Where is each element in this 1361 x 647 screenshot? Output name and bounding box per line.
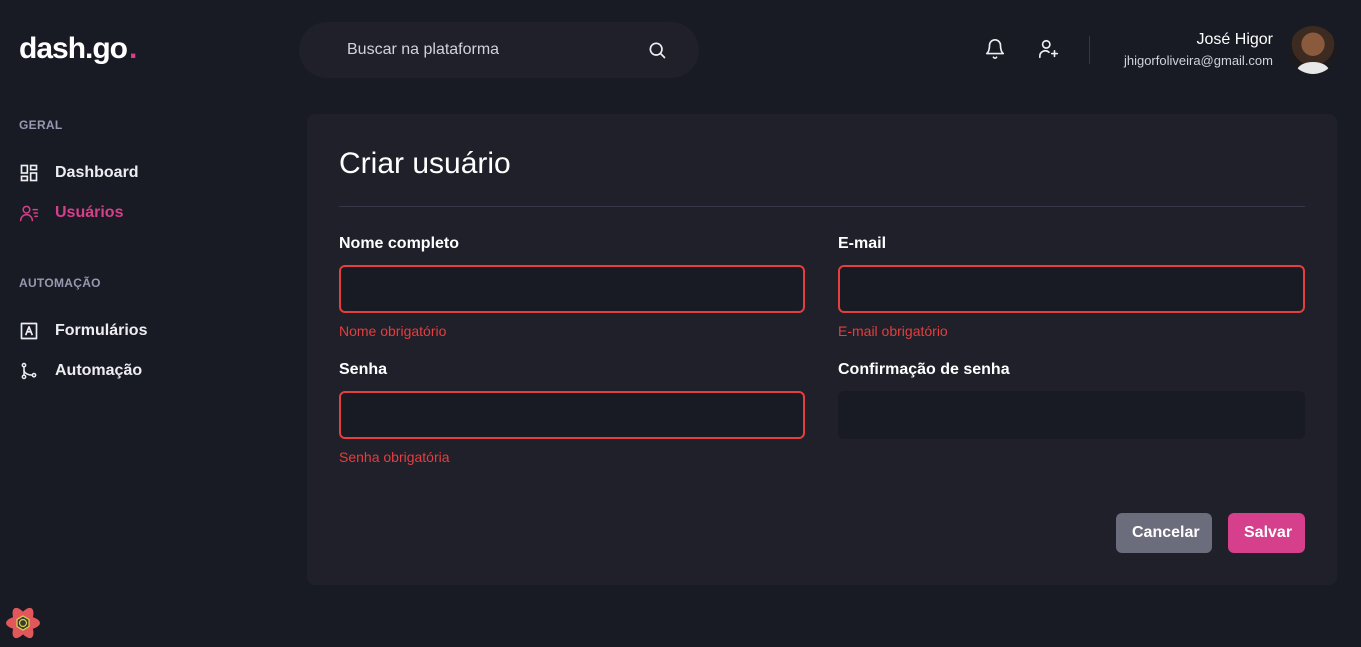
user-email: jhigorfoliveira@gmail.com xyxy=(1123,53,1273,68)
form-icon xyxy=(19,321,39,341)
header-divider xyxy=(1089,36,1090,64)
users-icon xyxy=(19,203,39,223)
sidebar-item-label: Usuários xyxy=(55,204,124,221)
form-grid: Nome completo Nome obrigatório E-mail E-… xyxy=(339,235,1305,469)
field-name: Nome completo Nome obrigatório xyxy=(339,235,805,343)
sidebar-item-usuarios[interactable]: Usuários xyxy=(19,204,279,222)
user-plus-icon[interactable] xyxy=(1038,38,1060,60)
name-input[interactable] xyxy=(339,265,805,313)
name-label: Nome completo xyxy=(339,235,460,252)
search-bar[interactable] xyxy=(299,22,699,78)
form-actions: Cancelar Salvar xyxy=(1116,513,1305,553)
cancel-button[interactable]: Cancelar xyxy=(1116,513,1212,553)
sidebar-item-formularios[interactable]: Formulários xyxy=(19,322,279,340)
sidebar-item-label: Automação xyxy=(55,362,143,379)
app-logo[interactable]: dash.go. xyxy=(19,32,137,66)
title-divider xyxy=(339,206,1305,207)
sidebar-item-automacao[interactable]: Automação xyxy=(19,362,279,380)
sidebar-item-label: Formulários xyxy=(55,322,148,339)
search-input[interactable] xyxy=(347,41,647,59)
git-branch-icon xyxy=(19,361,39,381)
avatar[interactable] xyxy=(1289,26,1337,74)
email-error: E-mail obrigatório xyxy=(838,323,948,339)
email-input[interactable] xyxy=(838,265,1305,313)
logo-text: dash.go xyxy=(19,32,128,65)
page-title: Criar usuário xyxy=(339,147,511,180)
sidebar-section-title-geral: GERAL xyxy=(19,118,63,132)
password-confirmation-label: Confirmação de senha xyxy=(838,361,1010,378)
logo-dot: . xyxy=(129,32,137,65)
bell-icon[interactable] xyxy=(984,38,1006,60)
field-password-confirmation: Confirmação de senha xyxy=(838,361,1305,469)
search-icon[interactable] xyxy=(647,40,667,60)
name-error: Nome obrigatório xyxy=(339,323,447,339)
user-profile[interactable]: José Higor jhigorfoliveira@gmail.com xyxy=(1124,30,1273,68)
password-confirmation-input[interactable] xyxy=(838,391,1305,439)
password-label: Senha xyxy=(339,361,388,378)
password-error: Senha obrigatória xyxy=(339,449,450,465)
sidebar: GERAL Dashboard Usuários AUTOMAÇÃO Formu… xyxy=(19,118,279,380)
user-name: José Higor xyxy=(1196,31,1273,48)
sidebar-section-title-automacao: AUTOMAÇÃO xyxy=(19,276,101,290)
save-button[interactable]: Salvar xyxy=(1228,513,1305,553)
create-user-card: Criar usuário Nome completo Nome obrigat… xyxy=(307,114,1337,585)
email-label: E-mail xyxy=(838,235,887,252)
field-password: Senha Senha obrigatória xyxy=(339,361,805,469)
react-devtools-icon[interactable] xyxy=(4,604,42,642)
sidebar-item-dashboard[interactable]: Dashboard xyxy=(19,164,279,182)
header-actions xyxy=(984,38,1060,60)
dashboard-icon xyxy=(19,163,39,183)
password-input[interactable] xyxy=(339,391,805,439)
field-email: E-mail E-mail obrigatório xyxy=(838,235,1305,343)
sidebar-item-label: Dashboard xyxy=(55,164,139,181)
